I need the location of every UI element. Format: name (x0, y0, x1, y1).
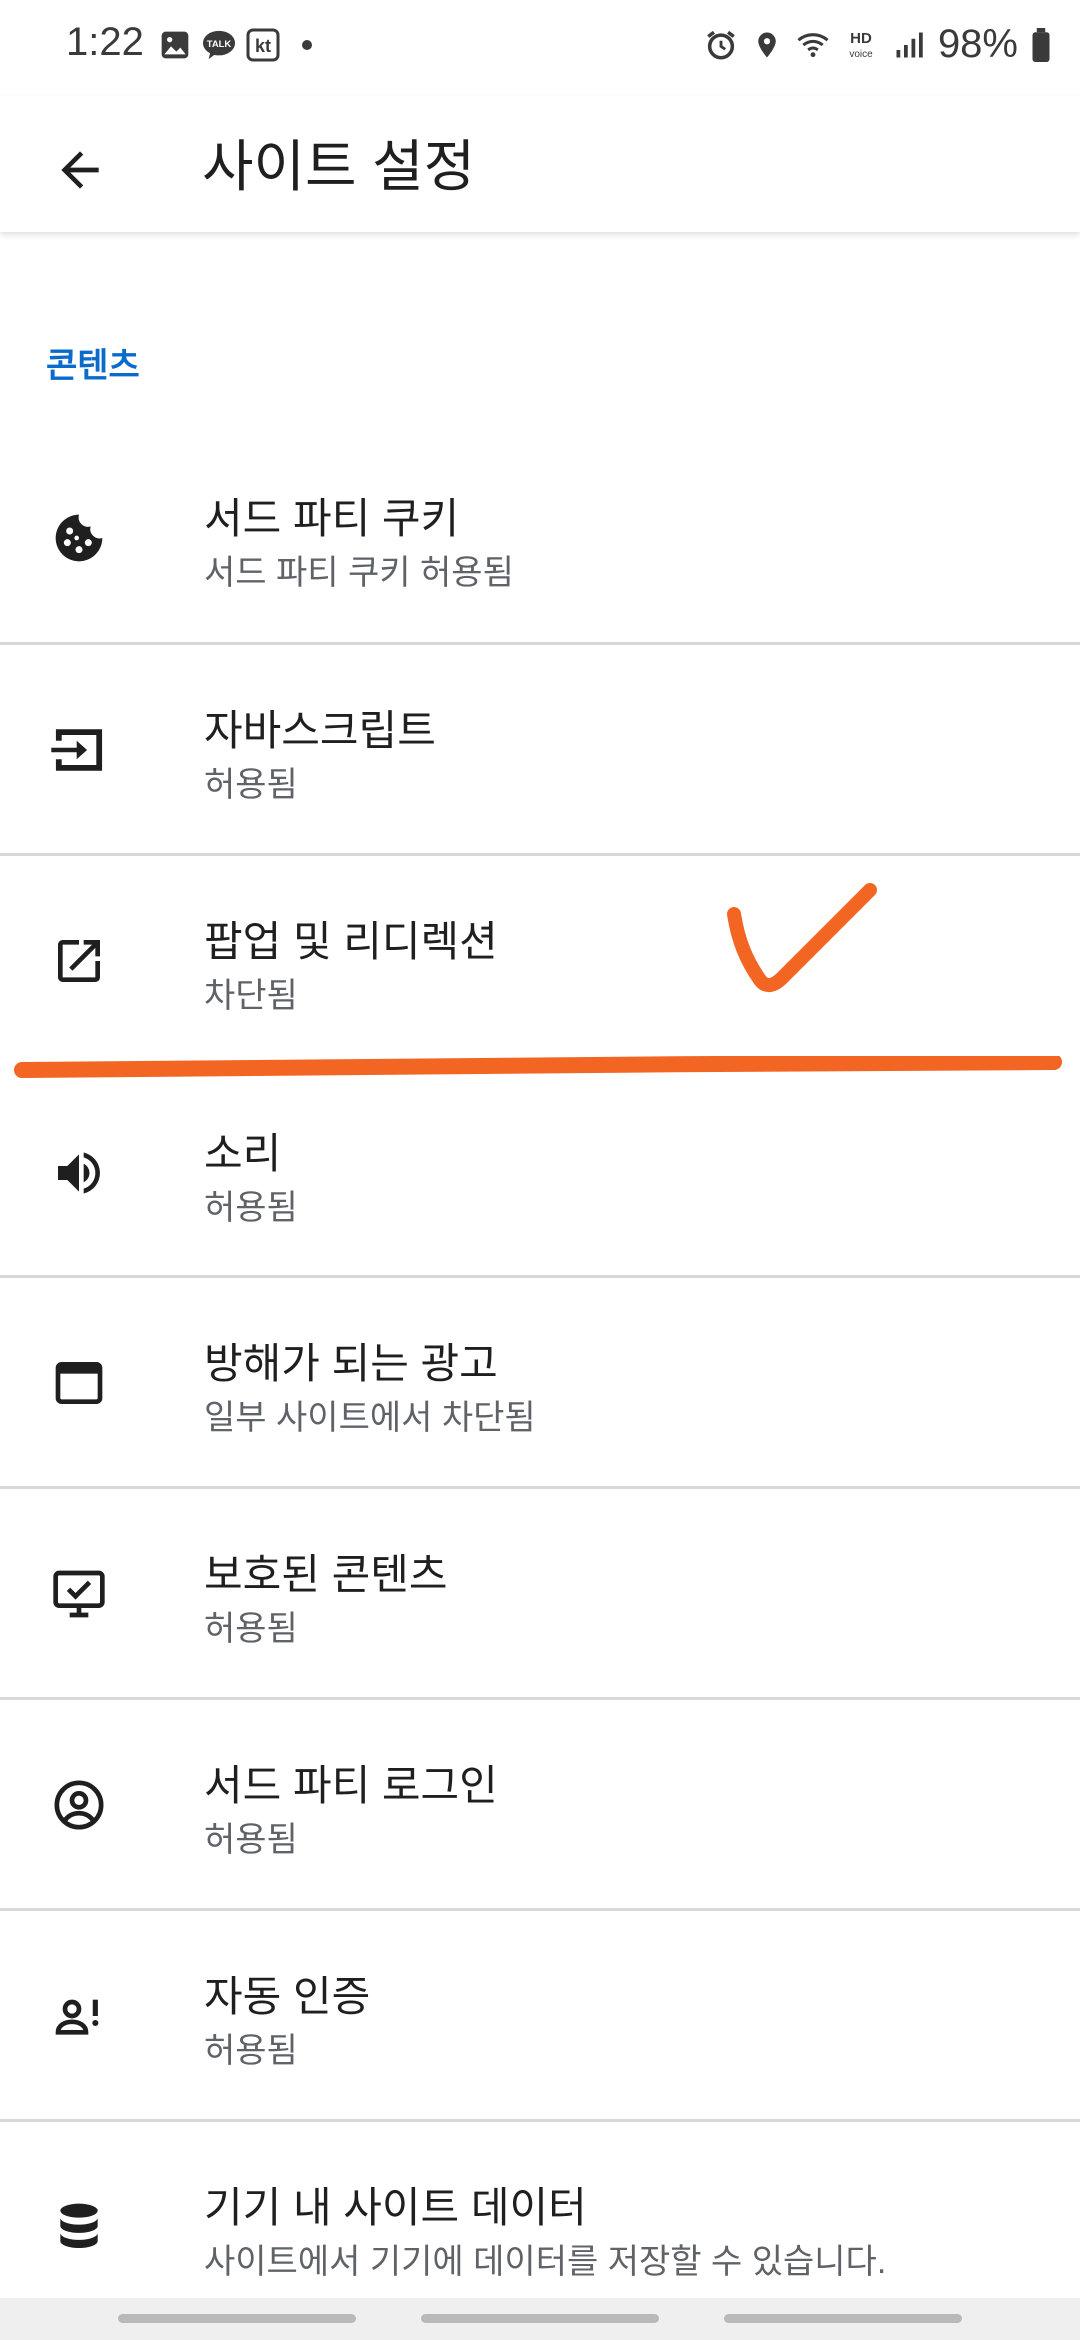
list-item-title: 자동 인증 (204, 1973, 371, 2020)
list-item-popups-redirects[interactable]: 팝업 및 리디렉션 차단됨 (0, 856, 1080, 1066)
list-item-title: 서드 파티 로그인 (204, 1762, 498, 1809)
battery-icon (1030, 27, 1052, 62)
section-header-content: 콘텐츠 (46, 347, 140, 385)
voice-label: voice (849, 49, 873, 60)
list-item-title: 방해가 되는 광고 (204, 1340, 498, 1387)
ads-window-icon (44, 1348, 114, 1418)
account-circle-icon (44, 1770, 114, 1840)
database-icon (44, 2192, 114, 2262)
list-item-subtitle: 차단됨 (204, 977, 298, 1015)
kt-icon: kt (246, 28, 280, 62)
back-button[interactable] (40, 130, 120, 210)
open-in-new-icon (44, 926, 114, 996)
page-title: 사이트 설정 (202, 135, 476, 198)
notification-icons: TALK kt (158, 28, 324, 62)
list-item-subtitle: 허용됨 (204, 1189, 298, 1227)
status-time: 1:22 (66, 20, 144, 64)
dot-icon (290, 28, 324, 62)
list-item-protected-content[interactable]: 보호된 콘텐츠 허용됨 (0, 1489, 1080, 1699)
nav-back-button[interactable] (724, 2314, 962, 2323)
kakaotalk-icon: TALK (202, 28, 236, 62)
list-item-subtitle: 허용됨 (204, 1610, 298, 1648)
cookie-icon (44, 503, 114, 573)
arrow-back-icon (61, 151, 99, 189)
list-item-title: 팝업 및 리디렉션 (204, 918, 498, 965)
underline-annotation (14, 1056, 1062, 1078)
hd-label: HD (850, 30, 872, 47)
list-item-sound[interactable]: 소리 허용됨 (0, 1068, 1080, 1278)
signal-icon (892, 28, 926, 62)
list-item-subtitle: 허용됨 (204, 1821, 298, 1859)
auto-verify-icon (44, 1981, 114, 2051)
location-icon (750, 28, 784, 62)
hd-voice-icon: HD voice (842, 28, 880, 62)
list-item-title: 서드 파티 쿠키 (204, 495, 460, 542)
list-item-title: 보호된 콘텐츠 (204, 1551, 448, 1598)
navigation-bar (0, 2298, 1080, 2340)
kt-label: kt (255, 36, 271, 56)
nav-recents-button[interactable] (118, 2314, 356, 2323)
status-bar: 1:22 TALK kt HD voice 98% (0, 0, 1080, 96)
list-item-subtitle: 허용됨 (204, 2032, 298, 2070)
battery-percent: 98% (937, 22, 1018, 66)
kakaotalk-label: TALK (207, 39, 232, 50)
javascript-icon (44, 715, 114, 785)
alarm-icon (704, 28, 738, 62)
list-item-intrusive-ads[interactable]: 방해가 되는 광고 일부 사이트에서 차단됨 (0, 1278, 1080, 1488)
checkmark-annotation (727, 883, 877, 992)
gallery-icon (158, 28, 192, 62)
list-item-title: 소리 (204, 1130, 282, 1177)
list-item-subtitle: 서드 파티 쿠키 허용됨 (204, 554, 514, 592)
list-item-third-party-login[interactable]: 서드 파티 로그인 허용됨 (0, 1700, 1080, 1910)
system-icons: HD voice 98% (704, 22, 1052, 67)
wifi-icon (796, 28, 830, 62)
nav-home-button[interactable] (421, 2314, 659, 2323)
list-item-title: 자바스크립트 (204, 707, 436, 754)
list-item-subtitle: 허용됨 (204, 766, 298, 804)
list-item-auto-verify[interactable]: 자동 인증 허용됨 (0, 1911, 1080, 2121)
list-item-title: 기기 내 사이트 데이터 (204, 2184, 587, 2231)
list-item-third-party-cookies[interactable]: 서드 파티 쿠키 서드 파티 쿠키 허용됨 (0, 433, 1080, 643)
app-bar: 사이트 설정 (0, 96, 1080, 232)
list-item-subtitle: 사이트에서 기기에 데이터를 저장할 수 있습니다. (204, 2243, 887, 2281)
volume-icon (44, 1138, 114, 1208)
list-item-subtitle: 일부 사이트에서 차단됨 (204, 1399, 536, 1437)
protected-content-icon (44, 1559, 114, 1629)
list-item-javascript[interactable]: 자바스크립트 허용됨 (0, 645, 1080, 855)
